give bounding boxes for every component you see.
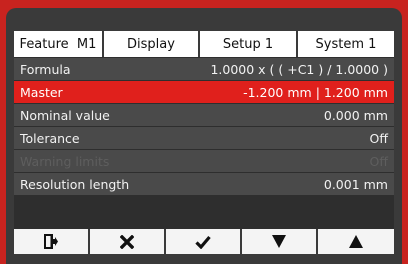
confirm-button[interactable] [166,229,242,254]
tab-bar: Feature M1 Display Setup 1 System 1 [14,31,394,57]
tab-system-label: System 1 [315,36,377,52]
tolerance-label: Tolerance [20,130,80,146]
cancel-icon [120,234,134,249]
master-label: Master [20,84,63,100]
tolerance-value: Off [369,130,388,146]
confirm-icon [195,235,211,249]
screen: Feature M1 Display Setup 1 System 1 Form… [14,31,394,264]
nominal-value-label: Nominal value [20,107,110,123]
parameter-list: Formula 1.0000 x ( ( +C1 ) / 1.0000 ) Ma… [14,58,394,196]
tab-display-label: Display [127,36,175,52]
bottom-strip [14,254,394,264]
tab-system[interactable]: System 1 [298,31,394,57]
warning-limits-label: Warning limits [20,153,110,169]
master-value: -1.200 mm | 1.200 mm [243,84,388,100]
cancel-button[interactable] [90,229,166,254]
list-item-tolerance[interactable]: Tolerance Off [14,127,394,149]
list-item-warning-limits: Warning limits Off [14,150,394,172]
tab-setup-label: Setup 1 [222,36,274,52]
formula-value: 1.0000 x ( ( +C1 ) / 1.0000 ) [210,61,388,77]
tab-setup[interactable]: Setup 1 [200,31,298,57]
exit-button[interactable] [14,229,90,254]
resolution-length-label: Resolution length [20,176,130,192]
nominal-value-value: 0.000 mm [323,107,388,123]
resolution-length-value: 0.001 mm [323,176,388,192]
warning-limits-value: Off [369,153,388,169]
tab-feature-label: Feature M1 [19,36,97,52]
list-item-resolution-length[interactable]: Resolution length 0.001 mm [14,173,394,195]
tab-display[interactable]: Display [104,31,200,57]
arrow-down-icon [272,235,286,248]
formula-label: Formula [20,61,71,77]
arrow-down-button[interactable] [242,229,318,254]
arrow-up-button[interactable] [318,229,394,254]
device-frame: Feature M1 Display Setup 1 System 1 Form… [0,0,408,264]
tab-feature[interactable]: Feature M1 [14,31,104,57]
list-item-nominal-value[interactable]: Nominal value 0.000 mm [14,104,394,126]
exit-icon [44,234,58,249]
softkey-bar [14,229,394,254]
arrow-up-icon [349,235,363,248]
list-item-formula[interactable]: Formula 1.0000 x ( ( +C1 ) / 1.0000 ) [14,58,394,80]
list-item-master[interactable]: Master -1.200 mm | 1.200 mm [14,81,394,103]
